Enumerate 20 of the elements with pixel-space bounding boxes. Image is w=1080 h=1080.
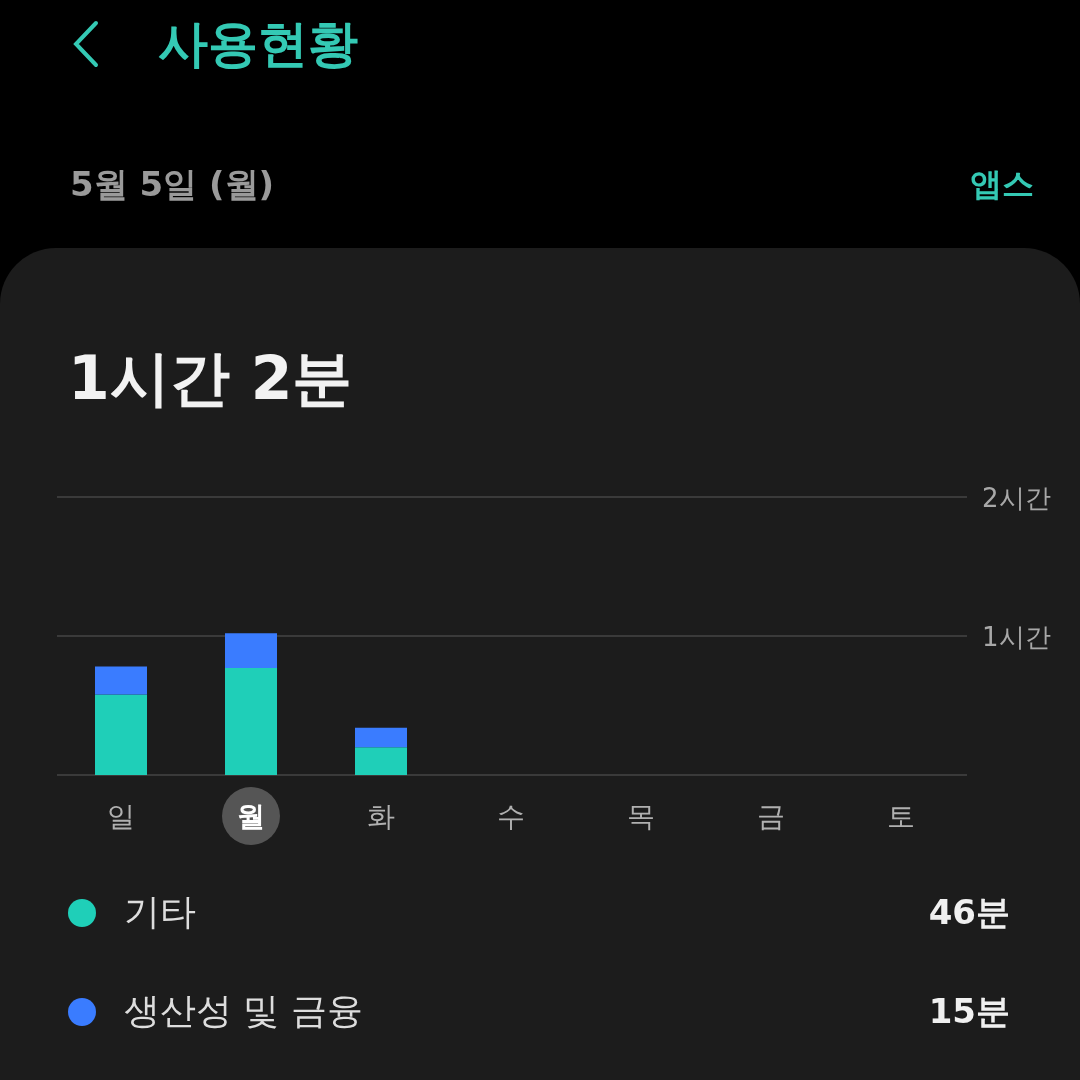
day-tab[interactable]: 월: [222, 787, 280, 845]
category-label: 생산성 및 금융: [124, 989, 364, 1033]
usage-value: 46분: [928, 890, 1010, 934]
category-label: 기타: [124, 890, 197, 934]
bar: [355, 747, 407, 775]
day-tab[interactable]: 목: [627, 800, 655, 833]
total-time: 1시간 2분: [67, 342, 354, 408]
page-title: 사용현황: [158, 13, 358, 75]
day-tab[interactable]: 금: [757, 800, 785, 833]
date-label[interactable]: 5월 5일 (월): [70, 162, 275, 208]
day-tab[interactable]: 토: [887, 800, 915, 833]
x-tick-label: 월: [237, 800, 265, 833]
axis-label: 1시간: [982, 622, 1051, 652]
bar: [355, 727, 407, 748]
apps-link[interactable]: 앱스: [970, 163, 1034, 207]
day-tab[interactable]: 수: [497, 800, 525, 833]
day-tab[interactable]: 일: [107, 800, 135, 833]
usage-value: 15분: [928, 989, 1010, 1033]
axis-label: 2시간: [982, 483, 1051, 513]
day-tab[interactable]: 화: [367, 800, 395, 833]
